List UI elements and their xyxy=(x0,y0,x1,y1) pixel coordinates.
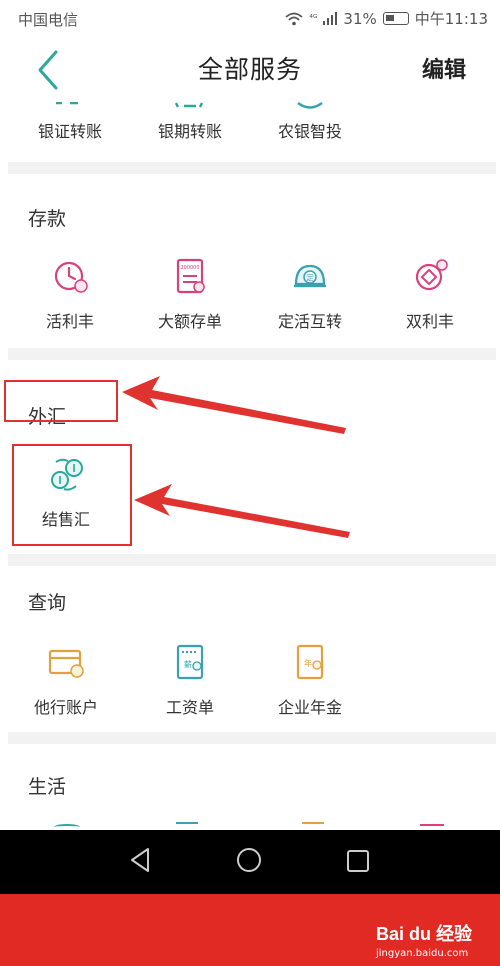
service-item-enterprise-annuity[interactable]: 年 企业年金 xyxy=(250,642,370,718)
home-circle-icon[interactable] xyxy=(236,847,262,873)
service-label: 工资单 xyxy=(165,698,214,717)
system-nav-bar xyxy=(0,830,500,894)
annuity-icon: 年 xyxy=(296,644,324,680)
payslip-icon: 薪 xyxy=(176,644,204,680)
annotation-arrow-2 xyxy=(134,484,350,538)
service-label: 企业年金 xyxy=(277,698,342,717)
back-triangle-icon[interactable] xyxy=(128,847,152,873)
year-glyph: 年 xyxy=(304,658,312,668)
watermark-brand: Bai du 经验 xyxy=(375,924,472,944)
service-item-other-bank-account[interactable]: 他行账户 xyxy=(6,642,126,718)
life-icons-peek xyxy=(0,820,500,830)
recents-square-icon[interactable] xyxy=(346,849,370,873)
watermark-url: jingyan.baidu.com xyxy=(375,948,469,959)
service-label: 他行账户 xyxy=(33,698,98,717)
watermark-banner: Bai du 经验 jingyan.baidu.com xyxy=(0,894,500,966)
section-title-life: 生活 xyxy=(28,776,67,798)
baidu-jingyan-watermark: Bai du 经验 jingyan.baidu.com xyxy=(376,920,472,959)
service-item-payslip[interactable]: 薪 工资单 xyxy=(130,642,250,718)
section-divider xyxy=(8,732,496,744)
bank-card-icon xyxy=(48,649,84,678)
salary-glyph: 薪 xyxy=(184,659,192,669)
